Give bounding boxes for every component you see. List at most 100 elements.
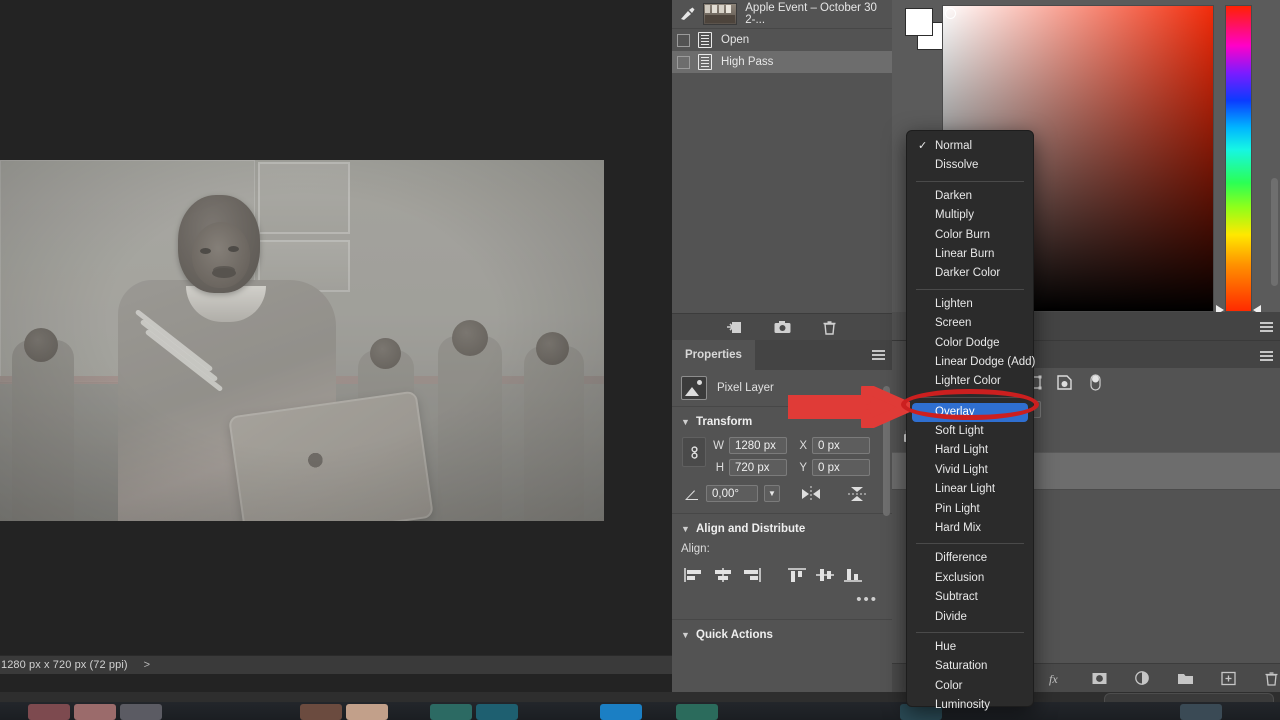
dock-item[interactable] [600, 704, 642, 720]
history-snapshot-row[interactable]: Apple Event – October 30 2-... [672, 0, 892, 29]
menu-item-darker-color[interactable]: Darker Color [907, 264, 1033, 283]
menu-item-difference[interactable]: Difference [907, 549, 1033, 568]
panel-menu-icon[interactable] [1260, 322, 1273, 332]
document-size-text: 1280 px x 720 px (72 ppi) [1, 659, 128, 671]
menu-item-soft-light[interactable]: Soft Light [907, 422, 1033, 441]
link-dimensions-icon[interactable] [682, 437, 706, 467]
chevron-down-icon[interactable]: ▼ [764, 485, 780, 502]
panel-menu-icon[interactable] [1260, 351, 1273, 361]
menu-item-darken[interactable]: Darken [907, 187, 1033, 206]
menu-item-label: Lighter Color [935, 375, 1001, 388]
new-adjustment-layer-icon[interactable] [1134, 670, 1151, 687]
menu-item-subtract[interactable]: Subtract [907, 588, 1033, 607]
dock-item[interactable] [28, 704, 70, 720]
menu-item-linear-light[interactable]: Linear Light [907, 480, 1033, 499]
align-bottom-edges-icon[interactable] [839, 567, 867, 583]
menu-item-hard-light[interactable]: Hard Light [907, 441, 1033, 460]
menu-item-vivid-light[interactable]: Vivid Light [907, 461, 1033, 480]
dock-item[interactable] [476, 704, 518, 720]
menu-item-divide[interactable]: Divide [907, 608, 1033, 627]
menu-item-label: Normal [935, 140, 973, 152]
layer-mask-icon[interactable] [1091, 670, 1108, 687]
align-distribute-title[interactable]: ▼ Align and Distribute [672, 523, 892, 535]
align-horizontal-centers-icon[interactable] [709, 567, 737, 583]
align-right-edges-icon[interactable] [737, 567, 765, 583]
width-input[interactable]: 1280 px [729, 437, 787, 454]
tab-properties[interactable]: Properties [672, 340, 755, 370]
menu-item-label: Hue [935, 640, 957, 653]
history-panel-toolbar [672, 313, 892, 340]
menu-item-lighten[interactable]: Lighten [907, 295, 1033, 314]
menu-item-dissolve[interactable]: Dissolve [907, 156, 1033, 175]
dock-item[interactable] [430, 704, 472, 720]
menu-item-linear-burn[interactable]: Linear Burn [907, 245, 1033, 264]
dock-item[interactable] [676, 704, 718, 720]
flip-vertical-icon[interactable] [846, 486, 868, 502]
history-source-checkbox[interactable] [677, 55, 690, 69]
menu-item-linear-dodge-add[interactable]: Linear Dodge (Add) [907, 353, 1036, 372]
dock-item[interactable] [1180, 704, 1222, 720]
color-swatches[interactable] [905, 8, 947, 50]
menu-item-label: Saturation [935, 660, 988, 673]
history-state-high-pass[interactable]: High Pass [672, 51, 892, 73]
toggle-icon[interactable] [1086, 373, 1105, 391]
align-top-edges-icon[interactable] [783, 567, 811, 583]
document-status-bar: 1280 px x 720 px (72 ppi) > [0, 655, 672, 674]
align-left-edges-icon[interactable] [681, 567, 709, 583]
history-source-checkbox[interactable] [677, 33, 690, 47]
y-input[interactable]: 0 px [812, 459, 870, 476]
menu-item-luminosity[interactable]: Luminosity [907, 696, 1033, 715]
dock-item[interactable] [74, 704, 116, 720]
align-vertical-centers-icon[interactable] [811, 567, 839, 583]
dock-item[interactable] [346, 704, 388, 720]
foreground-color-swatch[interactable] [905, 8, 933, 36]
dock-item[interactable] [120, 704, 162, 720]
menu-item-label: Color Dodge [935, 336, 1000, 349]
align-distribute-section: ▼ Align and Distribute Align: ••• [672, 514, 892, 620]
new-group-icon[interactable] [1177, 670, 1194, 687]
menu-item-label: Hard Mix [935, 522, 982, 535]
menu-item-screen[interactable]: Screen [907, 314, 1033, 333]
angle-input[interactable]: 0,00° [706, 485, 758, 502]
panel-menu-icon[interactable] [872, 350, 885, 360]
menu-item-hue[interactable]: Hue [907, 638, 1033, 657]
layer-style-fx-icon[interactable]: fx [1048, 670, 1065, 687]
dock-item[interactable] [300, 704, 342, 720]
create-snapshot-icon[interactable] [774, 320, 791, 335]
quick-actions-title[interactable]: ▼ Quick Actions [672, 629, 892, 641]
hue-slider[interactable] [1216, 5, 1261, 315]
menu-item-label: Luminosity [935, 699, 990, 712]
menu-item-hard-mix[interactable]: Hard Mix [907, 519, 1033, 538]
menu-item-pin-light[interactable]: Pin Light [907, 500, 1033, 519]
history-state-open[interactable]: Open [672, 29, 892, 51]
check-icon: ✓ [918, 140, 928, 152]
menu-item-color[interactable]: Color [907, 677, 1033, 696]
layers-scrollbar[interactable] [1271, 178, 1278, 286]
new-layer-icon[interactable] [1220, 670, 1237, 687]
more-options-icon[interactable]: ••• [672, 591, 892, 608]
menu-item-color-dodge[interactable]: Color Dodge [907, 334, 1033, 353]
menu-item-multiply[interactable]: Multiply [907, 206, 1033, 225]
menu-item-saturation[interactable]: Saturation [907, 657, 1033, 676]
delete-icon[interactable] [821, 320, 838, 335]
smart-object-icon[interactable] [1055, 374, 1074, 391]
menu-item-color-burn[interactable]: Color Burn [907, 226, 1033, 245]
flip-horizontal-icon[interactable] [800, 485, 822, 502]
history-state-label: Open [721, 34, 750, 46]
chevron-down-icon: ▼ [681, 629, 690, 640]
menu-item-exclusion[interactable]: Exclusion [907, 569, 1033, 588]
chevron-down-icon: ▼ [681, 416, 690, 427]
menu-item-label: Linear Dodge (Add) [935, 355, 1036, 368]
menu-item-label: Color [935, 679, 963, 692]
menu-item-normal[interactable]: ✓ Normal [907, 137, 1033, 156]
delete-layer-icon[interactable] [1263, 670, 1280, 687]
status-chevron-icon[interactable]: > [144, 659, 150, 671]
history-snapshot-label: Apple Event – October 30 2-... [745, 2, 877, 26]
color-field-picker[interactable] [945, 8, 956, 19]
menu-item-label: Dissolve [935, 159, 979, 172]
height-input[interactable]: 720 px [729, 459, 787, 476]
create-document-from-state-icon[interactable] [726, 320, 744, 335]
menu-item-label: Color Burn [935, 228, 990, 241]
x-input[interactable]: 0 px [812, 437, 870, 454]
image-canvas[interactable] [0, 160, 604, 521]
